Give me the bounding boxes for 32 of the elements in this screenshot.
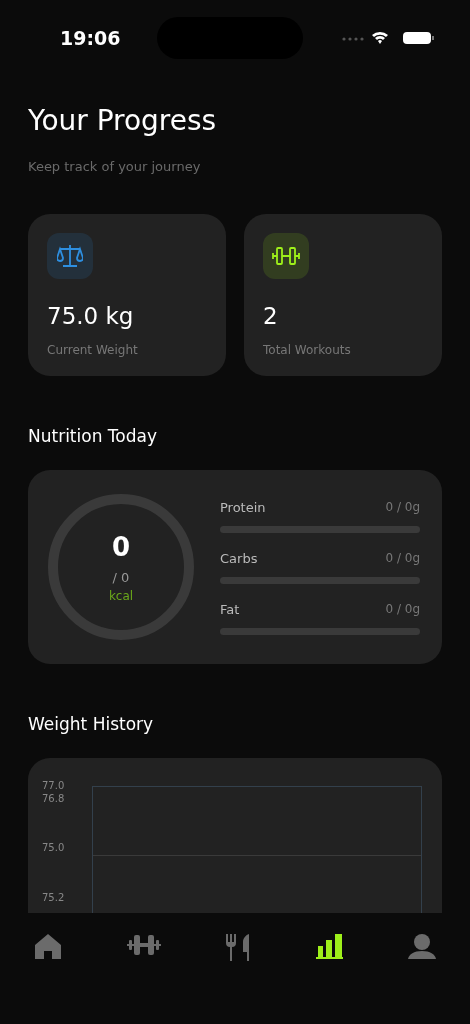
macro-name: Carbs bbox=[220, 550, 258, 566]
macro-reading: 0 / 0g bbox=[385, 601, 420, 617]
axis-label: 75.0 bbox=[42, 842, 65, 854]
dumbbell-icon bbox=[126, 933, 161, 957]
page-title: Your Progress bbox=[28, 104, 218, 137]
calorie-value: 0 bbox=[111, 531, 131, 562]
stat-value: 2 bbox=[263, 303, 279, 329]
user-icon bbox=[408, 933, 436, 959]
page-subtitle: Keep track of your journey bbox=[28, 159, 202, 174]
calorie-goal: / 0 bbox=[112, 569, 130, 585]
status-time: 19:06 bbox=[60, 27, 121, 49]
calorie-unit: kcal bbox=[108, 588, 134, 603]
macro-reading: 0 / 0g bbox=[385, 550, 420, 566]
axis-label: 76.8 bbox=[42, 793, 65, 805]
macro-reading: 0 / 0g bbox=[385, 499, 420, 515]
macro-name: Protein bbox=[220, 499, 266, 515]
stat-label: Total Workouts bbox=[263, 343, 352, 357]
axis-label: 77.0 bbox=[42, 780, 65, 792]
scale-icon bbox=[57, 244, 83, 268]
section-title: Nutrition Today bbox=[28, 426, 158, 446]
signal-icon bbox=[342, 37, 364, 41]
wifi-icon bbox=[372, 31, 388, 44]
section-title: Weight History bbox=[28, 714, 155, 734]
axis-label: 75.2 bbox=[42, 892, 65, 904]
battery-icon bbox=[403, 32, 434, 44]
stat-value: 75.0 kg bbox=[47, 303, 135, 329]
home-icon bbox=[34, 933, 62, 959]
stat-label: Current Weight bbox=[47, 343, 139, 357]
macro-name: Fat bbox=[220, 601, 240, 617]
dumbbell-icon bbox=[272, 246, 300, 266]
bar-chart-icon bbox=[315, 933, 344, 959]
fork-knife-icon bbox=[225, 933, 251, 961]
